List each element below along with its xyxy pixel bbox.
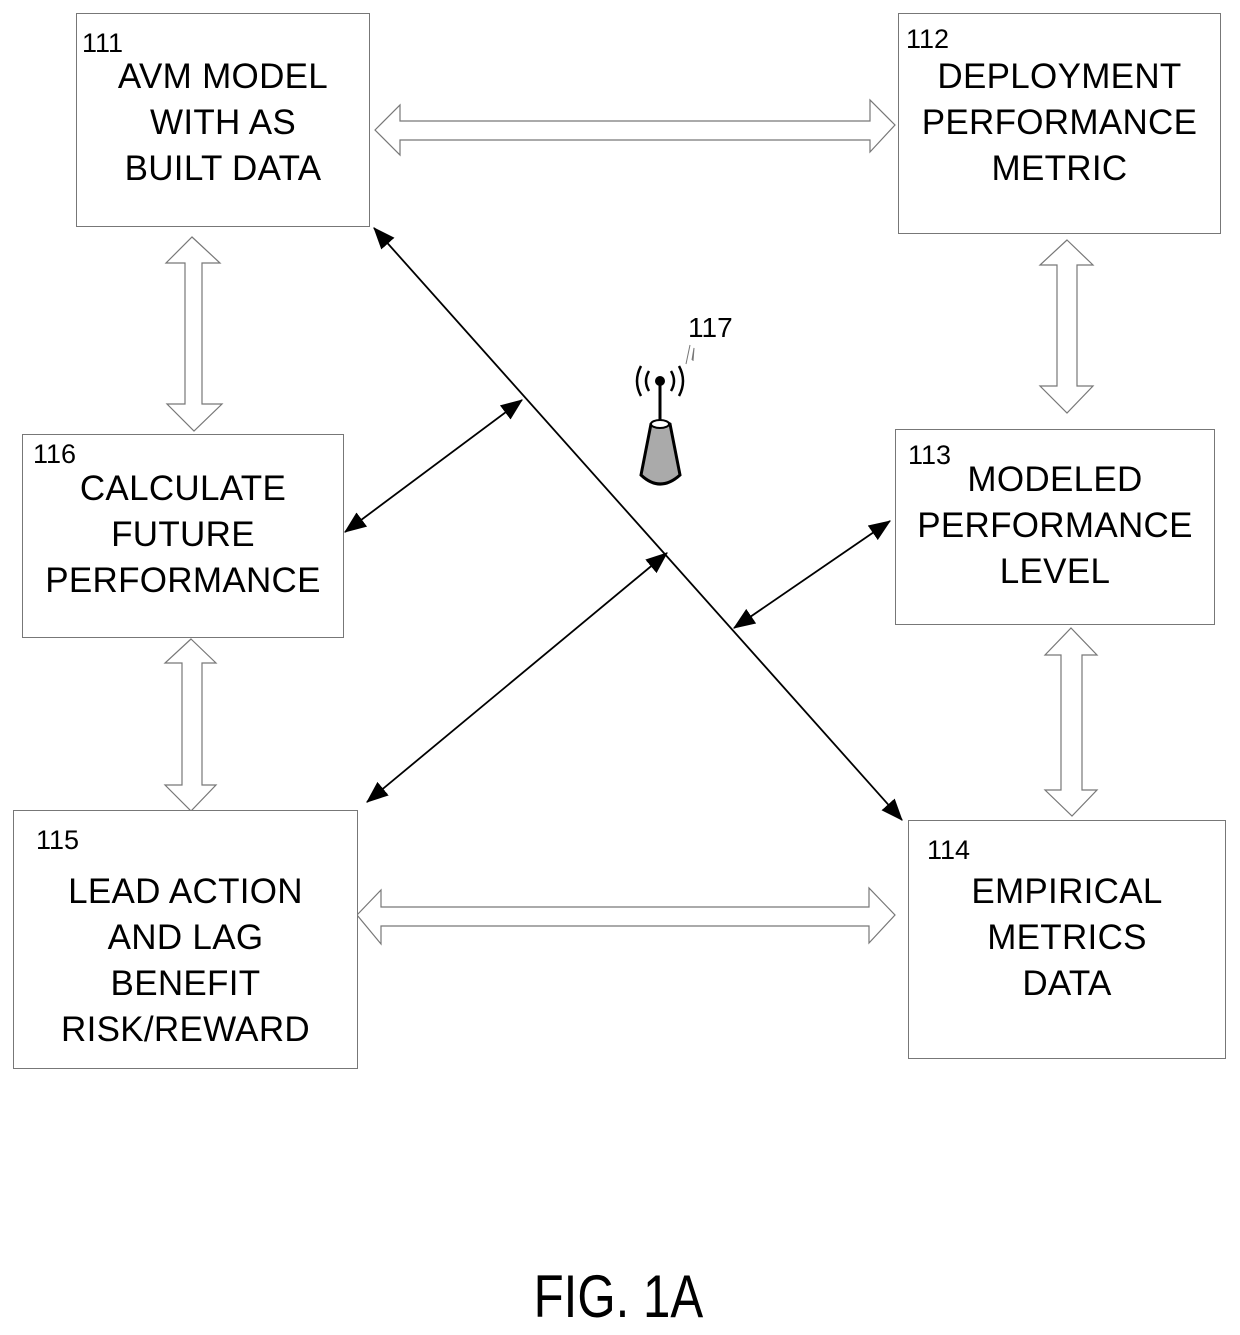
node-114-empirical-metrics-data: 114 EMPIRICAL METRICS DATA [908, 820, 1226, 1059]
node-116-label: CALCULATE FUTURE PERFORMANCE [45, 469, 321, 600]
node-112-deployment-performance-metric: 112 DEPLOYMENT PERFORMANCE METRIC [898, 13, 1221, 234]
hollow-arrow-111-112 [374, 98, 896, 157]
hollow-arrow-113-114 [1043, 627, 1099, 817]
hollow-arrow-116-115 [163, 638, 218, 812]
hollow-arrow-111-116 [164, 236, 224, 432]
node-115-label: LEAD ACTION AND LAG BENEFIT RISK/REWARD [61, 872, 310, 1049]
ref-116: 116 [33, 439, 77, 469]
figure-label: FIG. 1A [533, 1263, 704, 1330]
node-113-label: MODELED PERFORMANCE LEVEL [917, 460, 1193, 591]
node-112-label: DEPLOYMENT PERFORMANCE METRIC [921, 57, 1198, 188]
arrow-116-link [344, 399, 523, 533]
ref-111: 111 [82, 28, 124, 58]
node-114-label: EMPIRICAL METRICS DATA [971, 872, 1163, 1003]
ref-112: 112 [906, 24, 950, 54]
antenna-ref-117: 117 [688, 312, 733, 343]
ref-115: 115 [36, 825, 80, 855]
node-111-label: AVM MODEL WITH AS BUILT DATA [117, 57, 329, 188]
node-113-modeled-performance-level: 113 MODELED PERFORMANCE LEVEL [895, 429, 1215, 625]
hollow-arrow-112-113 [1038, 239, 1095, 414]
node-115-lead-action-lag-benefit: 115 LEAD ACTION AND LAG BENEFIT RISK/REW… [13, 810, 358, 1069]
node-116-calculate-future-performance: 116 CALCULATE FUTURE PERFORMANCE [22, 434, 344, 638]
wireless-antenna-icon [635, 344, 695, 486]
ref-114: 114 [927, 835, 971, 865]
arrow-115-link [366, 552, 668, 803]
hollow-arrow-115-114 [356, 886, 896, 946]
arrow-113-link [733, 520, 891, 629]
node-111-avm-model: 111 AVM MODEL WITH AS BUILT DATA [76, 13, 370, 227]
